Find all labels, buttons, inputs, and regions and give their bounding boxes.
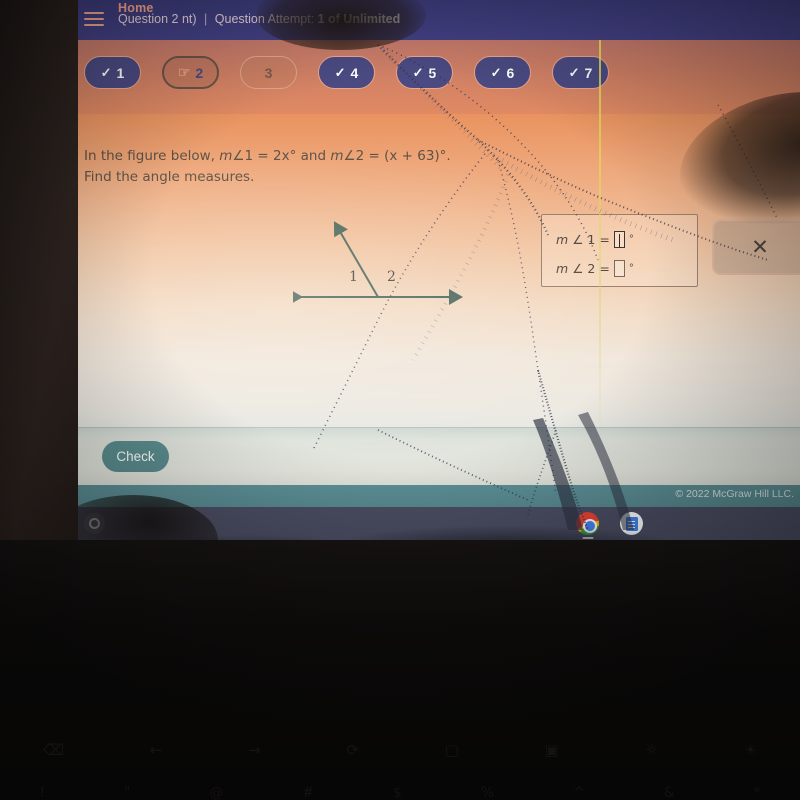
key-back-icon[interactable]: ← — [150, 741, 163, 759]
key-asterisk[interactable]: * — [754, 785, 761, 800]
photo-of-laptop-screen: Home Question 2 nt) | Question Attempt: … — [0, 0, 800, 800]
key-ampersand[interactable]: & — [664, 785, 675, 800]
key-fullscreen-icon[interactable]: ▢ — [445, 741, 459, 759]
keyboard-function-row: ⌫ ← → ⟳ ▢ ▣ ☼ ☀ — [0, 735, 800, 765]
key-reload-icon[interactable]: ⟳ — [346, 741, 359, 759]
screen-glare — [78, 0, 800, 540]
key-brightness-down-icon[interactable]: ☼ — [645, 741, 658, 759]
key-dollar[interactable]: $ — [393, 785, 402, 800]
key-overview-icon[interactable]: ▣ — [545, 741, 559, 759]
key-at[interactable]: @ — [209, 785, 223, 800]
laptop-screen: Home Question 2 nt) | Question Attempt: … — [78, 0, 800, 540]
key-forward-icon[interactable]: → — [248, 741, 261, 759]
key-hash[interactable]: # — [302, 785, 314, 800]
key-percent[interactable]: % — [481, 785, 494, 800]
key-backspace-icon[interactable]: ⌫ — [43, 741, 64, 759]
key-exclamation[interactable]: ! — [39, 785, 45, 800]
keyboard-number-row: ! " @ # $ % ^ & * — [0, 780, 800, 800]
key-brightness-up-icon[interactable]: ☀ — [744, 741, 757, 759]
key-quote[interactable]: " — [124, 785, 130, 800]
key-caret[interactable]: ^ — [573, 785, 585, 800]
